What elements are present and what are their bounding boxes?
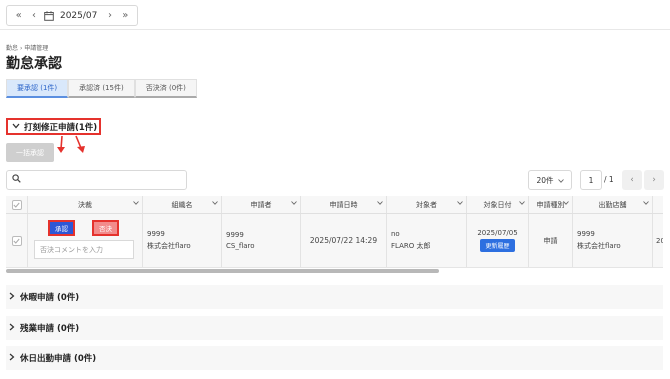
decision-cell: 承認 否決 否決コメントを入力 [6,214,143,267]
column-header-target[interactable]: 対象者 [387,196,467,213]
chevron-right-icon [9,292,15,303]
section-title: 残業申請 (0件) [20,324,80,334]
column-header-store[interactable]: 出勤店舗 [573,196,653,213]
section-title: 休暇申請 (0件) [20,293,80,303]
next-page-button[interactable]: › [644,170,664,190]
overflow-value: 20 [656,236,663,245]
section-title: 打刻修正申請(1件) [24,122,98,133]
chevron-down-icon [291,201,297,205]
column-header-org[interactable]: 組織名 [143,196,222,213]
store-code: 9999 [577,230,595,238]
store-name: 株式会社flaro [577,242,621,250]
applicant-name: CS_flaro [226,242,255,250]
select-all-checkbox[interactable] [11,199,22,210]
column-header-type[interactable]: 申請種別 [529,196,573,213]
tab-bar: 要承認 (1件) 承認済 (15件) 否決済 (0件) [6,79,197,98]
applicant-cell: 9999 CS_flaro [222,214,301,267]
tab-pending[interactable]: 要承認 (1件) [6,79,69,98]
breadcrumb-item-attendance[interactable]: 勤怠 [6,45,18,52]
per-page-select[interactable]: 20件 [528,170,572,190]
table-header: 決裁 組織名 申請者 申請日時 対象者 対象日付 申請種別 出勤店舗 2 [6,196,663,214]
prev-year-icon[interactable]: « [11,10,26,21]
punch-correction-section-toggle[interactable]: 打刻修正申請(1件) [6,118,101,135]
applied-at-cell: 2025/07/22 14:29 [301,214,387,267]
annotation-arrows-icon [57,135,85,153]
column-header-decision[interactable]: 決裁 [28,196,143,213]
search-icon [12,174,21,186]
search-input[interactable] [6,170,187,190]
prev-month-icon[interactable]: ‹ [26,10,41,21]
column-header-target-date[interactable]: 対象日付 [467,196,529,213]
bulk-approve-button[interactable]: 一括承認 [6,143,54,162]
chevron-down-icon [12,122,20,132]
overflow-cell: 20 [653,214,663,267]
chevron-right-icon [9,323,15,334]
store-cell: 9999 株式会社flaro [573,214,653,267]
per-page-value: 20件 [536,175,554,185]
target-name: FLARO 太郎 [391,242,431,250]
next-month-icon[interactable]: › [102,10,117,21]
column-header-applied-at[interactable]: 申請日時 [301,196,387,213]
type-cell: 申請 [529,214,573,267]
tab-rejected[interactable]: 否決済 (0件) [134,79,197,98]
page-total: / 1 [604,175,614,184]
org-cell: 9999 株式会社flaro [143,214,222,267]
chevron-down-icon [557,176,564,185]
top-bar: « ‹ 2025/07 › » [0,0,670,30]
target-cell: no FLARO 太郎 [387,214,467,267]
breadcrumb-item-requests: 申請管理 [24,45,49,52]
chevron-right-icon [9,353,15,364]
date-navigator: « ‹ 2025/07 › » [6,5,138,26]
update-history-button[interactable]: 更新履歴 [480,239,515,252]
chevron-down-icon [519,201,525,205]
reject-comment-input[interactable]: 否決コメントを入力 [34,240,134,259]
chevron-down-icon [377,201,383,205]
chevron-down-icon [212,201,218,205]
chevron-down-icon [563,201,569,205]
reject-button[interactable]: 否決 [92,220,119,236]
breadcrumb: 勤怠 › 申請管理 [6,43,48,52]
page-title: 勤怠承認 [6,56,62,72]
next-year-icon[interactable]: » [118,10,133,21]
select-all-cell [6,196,28,213]
section-title: 休日出勤申請 (0件) [20,354,97,364]
chevron-down-icon [133,201,139,205]
column-header-overflow: 2 [653,196,663,213]
target-date: 2025/07/05 [477,229,518,237]
chevron-down-icon [457,201,463,205]
applicant-code: 9999 [226,231,244,239]
page-number-input[interactable]: 1 [580,170,602,190]
chevron-down-icon [643,201,649,205]
horizontal-scrollbar[interactable] [6,269,439,273]
column-header-applicant[interactable]: 申請者 [222,196,301,213]
holiday-work-section-toggle[interactable]: 休日出勤申請 (0件) [6,346,663,370]
breadcrumb-separator: › [19,45,23,52]
applied-at: 2025/07/22 14:29 [309,236,378,245]
current-month[interactable]: 2025/07 [57,11,102,21]
target-code: no [391,230,400,238]
overtime-section-toggle[interactable]: 残業申請 (0件) [6,316,663,340]
target-date-cell: 2025/07/05 更新履歴 [467,214,529,267]
org-name: 株式会社flaro [147,242,191,250]
table-row: 承認 否決 否決コメントを入力 9999 株式会社flaro 9999 CS_f… [6,214,663,268]
calendar-icon[interactable] [42,10,57,22]
request-type: 申請 [543,236,558,245]
org-code: 9999 [147,230,165,238]
prev-page-button[interactable]: ‹ [622,170,642,190]
approve-button[interactable]: 承認 [48,220,75,236]
leave-section-toggle[interactable]: 休暇申請 (0件) [6,285,663,309]
tab-approved[interactable]: 承認済 (15件) [68,79,135,98]
